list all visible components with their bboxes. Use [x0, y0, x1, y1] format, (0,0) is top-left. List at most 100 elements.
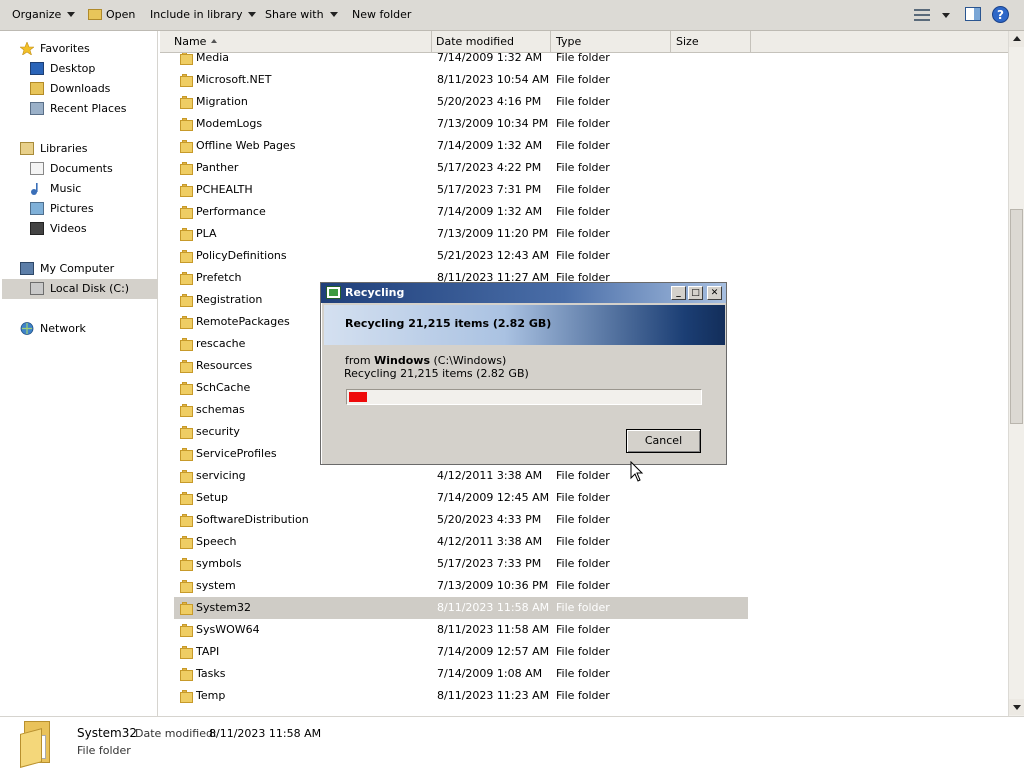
file-row[interactable]: System32 8/11/2023 11:58 AM File folder [174, 597, 748, 619]
include-in-library-button[interactable]: Include in library [150, 8, 257, 21]
scroll-up-button[interactable] [1009, 31, 1024, 47]
file-type: File folder [556, 667, 610, 680]
share-with-label: Share with [265, 8, 324, 21]
dialog-title: Recycling [345, 286, 405, 299]
file-row[interactable]: Panther 5/17/2023 4:22 PM File folder [174, 157, 748, 179]
open-button[interactable]: Open [88, 8, 135, 21]
folder-icon [180, 646, 193, 659]
file-row[interactable]: SoftwareDistribution 5/20/2023 4:33 PM Fil… [174, 509, 748, 531]
nav-downloads[interactable]: Downloads [0, 79, 158, 99]
file-row[interactable]: Temp 8/11/2023 11:23 AM File folder [174, 685, 748, 707]
column-type-header[interactable]: Type [551, 31, 671, 53]
file-row[interactable]: Offline Web Pages 7/14/2009 1:32 AM File f… [174, 135, 748, 157]
file-type: File folder [556, 227, 610, 240]
file-row[interactable]: ModemLogs 7/13/2009 10:34 PM File folder [174, 113, 748, 135]
folder-icon [180, 602, 193, 615]
network-icon [20, 322, 34, 335]
file-type: File folder [556, 139, 610, 152]
details-pane: System32 Date modified: 8/11/2023 11:58 … [0, 716, 1024, 768]
dialog-title-bar[interactable]: Recycling _ □ ✕ [321, 283, 726, 303]
details-date-value: 8/11/2023 11:58 AM [209, 727, 322, 740]
file-name: PCHEALTH [196, 183, 253, 196]
file-date: 7/14/2009 1:32 AM [437, 53, 543, 64]
file-date: 5/20/2023 4:33 PM [437, 513, 542, 526]
scroll-down-button[interactable] [1009, 699, 1024, 715]
computer-icon [20, 262, 34, 275]
file-name: TAPI [196, 645, 220, 658]
column-date-header[interactable]: Date modified [432, 31, 551, 53]
share-with-button[interactable]: Share with [265, 8, 338, 21]
command-bar: Organize Open Include in library Share w… [0, 0, 1024, 31]
file-type: File folder [556, 95, 610, 108]
nav-music[interactable]: Music [0, 179, 158, 199]
file-row[interactable]: PLA 7/13/2009 11:20 PM File folder [174, 223, 748, 245]
file-row[interactable]: Performance 7/14/2009 1:32 AM File folder [174, 201, 748, 223]
help-icon[interactable]: ? [992, 6, 1009, 23]
scroll-thumb[interactable] [1010, 209, 1023, 424]
nav-local-disk[interactable]: Local Disk (C:) [2, 279, 158, 299]
view-options-chevron-icon[interactable] [942, 13, 950, 18]
file-type: File folder [556, 161, 610, 174]
file-row[interactable]: Media 7/14/2009 1:32 AM File folder [174, 53, 748, 69]
folder-icon [180, 624, 193, 637]
folder-icon [20, 721, 54, 768]
nav-favorites-label: Favorites [40, 42, 90, 55]
file-row[interactable]: Migration 5/20/2023 4:16 PM File folder [174, 91, 748, 113]
organize-label: Organize [12, 8, 62, 21]
folder-icon [180, 558, 193, 571]
file-name: Setup [196, 491, 229, 504]
column-name-header[interactable]: Name [160, 31, 432, 53]
file-name: Panther [196, 161, 239, 174]
file-row[interactable]: Microsoft.NET 8/11/2023 10:54 AM File fold… [174, 69, 748, 91]
file-row[interactable]: system 7/13/2009 10:36 PM File folder [174, 575, 748, 597]
nav-documents[interactable]: Documents [0, 159, 158, 179]
nav-videos[interactable]: Videos [0, 219, 158, 239]
nav-favorites[interactable]: Favorites [0, 39, 158, 59]
vertical-scrollbar[interactable] [1008, 31, 1024, 716]
nav-my-computer[interactable]: My Computer [0, 259, 158, 279]
file-row[interactable]: Tasks 7/14/2009 1:08 AM File folder [174, 663, 748, 685]
documents-icon [30, 162, 44, 175]
file-row[interactable]: Speech 4/12/2011 3:38 AM File folder [174, 531, 748, 553]
recycling-dialog: Recycling _ □ ✕ Recycling 21,215 items (… [320, 282, 727, 465]
nav-pictures[interactable]: Pictures [0, 199, 158, 219]
column-size-header[interactable]: Size [671, 31, 751, 53]
nav-network[interactable]: Network [0, 319, 158, 339]
nav-videos-label: Videos [50, 222, 87, 235]
file-row[interactable]: TAPI 7/14/2009 12:57 AM File folder [174, 641, 748, 663]
file-name: schemas [196, 403, 245, 416]
folder-icon [180, 514, 193, 527]
file-type: File folder [556, 491, 610, 504]
file-row[interactable]: PCHEALTH 5/17/2023 7:31 PM File folder [174, 179, 748, 201]
file-name: system [196, 579, 236, 592]
file-row[interactable]: PolicyDefinitions 5/21/2023 12:43 AM File … [174, 245, 748, 267]
close-button[interactable]: ✕ [707, 286, 722, 300]
folder-icon [180, 536, 193, 549]
minimize-button[interactable]: _ [671, 286, 686, 300]
change-view-icon[interactable] [914, 8, 930, 22]
file-row[interactable]: SysWOW64 8/11/2023 11:58 AM File folder [174, 619, 748, 641]
file-type: File folder [556, 645, 610, 658]
file-name: ServiceProfiles [196, 447, 277, 460]
maximize-button[interactable]: □ [688, 286, 703, 300]
organize-button[interactable]: Organize [12, 8, 76, 21]
new-folder-button[interactable]: New folder [352, 8, 411, 21]
folder-icon [180, 140, 193, 153]
file-date: 5/17/2023 7:33 PM [437, 557, 542, 570]
details-date-label: Date modified: [135, 727, 217, 740]
file-row[interactable]: symbols 5/17/2023 7:33 PM File folder [174, 553, 748, 575]
file-row[interactable]: servicing 4/12/2011 3:38 AM File folder [174, 465, 748, 487]
nav-recent-places[interactable]: Recent Places [0, 99, 158, 119]
file-row[interactable]: Setup 7/14/2009 12:45 AM File folder [174, 487, 748, 509]
nav-downloads-label: Downloads [50, 82, 111, 95]
column-header: Name Date modified Type Size [160, 31, 1008, 53]
cancel-button[interactable]: Cancel [626, 429, 701, 453]
folder-icon [180, 492, 193, 505]
preview-pane-icon[interactable] [965, 7, 981, 21]
file-name: Migration [196, 95, 248, 108]
file-date: 4/12/2011 3:38 AM [437, 469, 543, 482]
nav-desktop[interactable]: Desktop [0, 59, 158, 79]
file-date: 7/14/2009 1:32 AM [437, 205, 543, 218]
folder-icon [180, 294, 193, 307]
nav-libraries[interactable]: Libraries [0, 139, 158, 159]
